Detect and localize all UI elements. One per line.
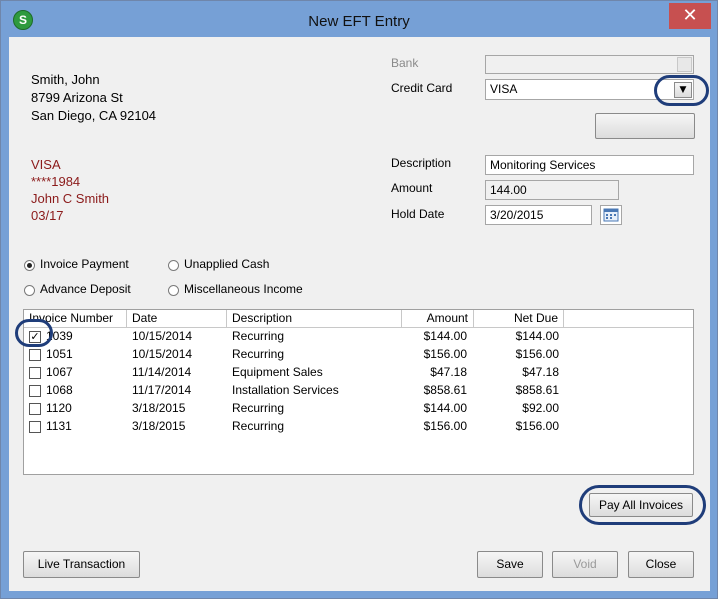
void-button[interactable]: Void	[552, 551, 618, 578]
amount-label: Amount	[391, 181, 433, 195]
checkbox-highlight-ring	[15, 319, 53, 347]
row-checkbox[interactable]	[29, 367, 41, 379]
row-checkbox[interactable]	[29, 421, 41, 433]
row-checkbox[interactable]	[29, 349, 41, 361]
description-input[interactable]: Monitoring Services	[485, 155, 694, 175]
cell-net-due: $47.18	[522, 365, 559, 379]
customer-address-line1: 8799 Arizona St	[31, 90, 123, 105]
advance-deposit-radio[interactable]	[24, 285, 35, 296]
dropdown-highlight-ring	[654, 75, 709, 106]
cell-amount: $858.61	[423, 383, 467, 397]
card-holder: John C Smith	[31, 191, 110, 206]
cell-net-due: $92.00	[522, 401, 559, 415]
cell-net-due: $156.00	[515, 347, 559, 361]
cell-net-due: $144.00	[515, 329, 559, 343]
unapplied-cash-radio[interactable]	[168, 260, 179, 271]
close-window-button[interactable]: ✕	[669, 3, 711, 29]
cell-invoice: 1068	[46, 383, 73, 397]
row-checkbox[interactable]	[29, 385, 41, 397]
column-header-date[interactable]: Date	[127, 310, 227, 328]
bank-label: Bank	[391, 56, 419, 70]
card-type: VISA	[31, 157, 61, 172]
calendar-icon[interactable]	[600, 205, 622, 225]
customer-address-line2: San Diego, CA 92104	[31, 108, 157, 123]
cell-description: Recurring	[232, 329, 285, 343]
column-header-amount[interactable]: Amount	[402, 310, 474, 328]
table-row[interactable]: 1131 3/18/2015 Recurring $156.00 $156.00	[24, 418, 693, 436]
cell-description: Equipment Sales	[232, 365, 323, 379]
column-header-filler	[564, 310, 693, 328]
bank-select[interactable]	[485, 55, 694, 74]
window-title: New EFT Entry	[308, 13, 410, 30]
invoice-table: Invoice Number Date Description Amount N…	[23, 309, 694, 475]
cell-invoice: 1051	[46, 347, 73, 361]
card-number: ****1984	[31, 174, 81, 189]
amount-field: 144.00	[485, 180, 619, 200]
cell-net-due: $858.61	[515, 383, 559, 397]
cell-date: 10/15/2014	[132, 347, 193, 361]
customer-name: Smith, John	[31, 72, 100, 87]
bank-dropdown-button[interactable]	[677, 57, 692, 72]
misc-income-label[interactable]: Miscellaneous Income	[184, 282, 303, 296]
table-row[interactable]: 1120 3/18/2015 Recurring $144.00 $92.00	[24, 400, 693, 418]
table-row[interactable]: 1051 10/15/2014 Recurring $156.00 $156.00	[24, 346, 693, 364]
save-button[interactable]: Save	[477, 551, 543, 578]
cell-date: 3/18/2015	[132, 419, 186, 433]
cell-invoice: 1067	[46, 365, 73, 379]
live-transaction-button[interactable]: Live Transaction	[23, 551, 140, 578]
column-header-net-due[interactable]: Net Due	[474, 310, 564, 328]
credit-card-label: Credit Card	[391, 81, 453, 95]
cell-description: Installation Services	[232, 383, 339, 397]
cell-invoice: 1131	[46, 419, 72, 433]
table-row[interactable]: 1068 11/17/2014 Installation Services $858.…	[24, 382, 693, 400]
table-row[interactable]: ✓ 1039 10/15/2014 Recurring $144.00 $144.00	[24, 328, 693, 346]
pay-all-highlight-ring	[579, 485, 706, 525]
eft-entry-window: S New EFT Entry ✕ Smith, John 8799 Arizo…	[0, 0, 718, 599]
hold-date-label: Hold Date	[391, 207, 445, 221]
cell-date: 11/14/2014	[132, 365, 192, 379]
cell-date: 10/15/2014	[132, 329, 193, 343]
card-expiry: 03/17	[31, 208, 64, 223]
cell-amount: $156.00	[423, 347, 467, 361]
cell-date: 11/17/2014	[132, 383, 192, 397]
cell-description: Recurring	[232, 401, 285, 415]
cell-amount: $144.00	[423, 401, 467, 415]
cell-net-due: $156.00	[515, 419, 559, 433]
misc-income-radio[interactable]	[168, 285, 179, 296]
title-bar: S New EFT Entry ✕	[1, 1, 717, 37]
cell-invoice: 1120	[46, 401, 72, 415]
hold-date-input[interactable]: 3/20/2015	[485, 205, 592, 225]
row-checkbox[interactable]	[29, 403, 41, 415]
invoice-payment-label[interactable]: Invoice Payment	[40, 257, 129, 271]
cell-date: 3/18/2015	[132, 401, 186, 415]
unapplied-cash-label[interactable]: Unapplied Cash	[184, 257, 269, 271]
cell-amount: $156.00	[423, 419, 467, 433]
invoice-payment-radio[interactable]	[24, 260, 35, 271]
cell-amount: $47.18	[430, 365, 467, 379]
close-button[interactable]: Close	[628, 551, 694, 578]
advance-deposit-label[interactable]: Advance Deposit	[40, 282, 131, 296]
description-label: Description	[391, 156, 452, 170]
table-row[interactable]: 1067 11/14/2014 Equipment Sales $47.18 $47.1…	[24, 364, 693, 382]
cell-description: Recurring	[232, 347, 285, 361]
column-header-description[interactable]: Description	[227, 310, 402, 328]
cell-description: Recurring	[232, 419, 285, 433]
cell-amount: $144.00	[423, 329, 467, 343]
edit-setup-data-button[interactable]	[595, 113, 695, 139]
dialog-body: Smith, John 8799 Arizona St San Diego, C…	[9, 37, 710, 591]
